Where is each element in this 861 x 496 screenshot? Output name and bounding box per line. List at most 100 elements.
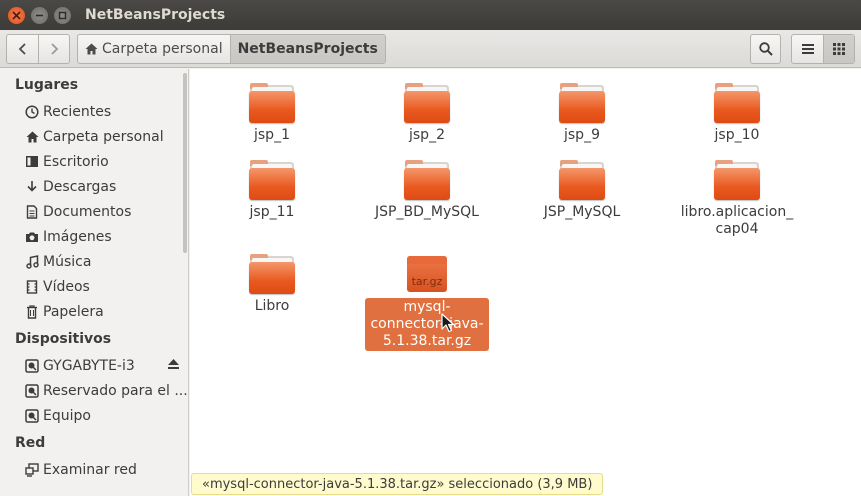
sidebar-item-label: GYGABYTE-i3	[43, 357, 135, 374]
sidebar-item-label: Reservado para el ...	[43, 382, 188, 399]
maximize-window-button[interactable]	[54, 6, 71, 24]
sidebar-item-label: Música	[43, 253, 92, 270]
chevron-left-icon	[18, 43, 26, 55]
file-item[interactable]: jsp_1	[207, 83, 337, 144]
sidebar: Lugares Recientes Carpeta personal Escri…	[0, 69, 189, 496]
archive-extension: tar.gz	[411, 275, 443, 288]
breadcrumb-home[interactable]: Carpeta personal	[78, 35, 230, 63]
list-icon	[801, 44, 814, 54]
sidebar-item-label: Examinar red	[43, 461, 137, 478]
file-name: JSP_BD_MySQL	[375, 204, 479, 220]
file-name: libro.aplicacion_ cap04	[680, 204, 794, 237]
sidebar-item-escritorio[interactable]: Escritorio	[0, 149, 188, 174]
sidebar-item-label: Documentos	[43, 203, 132, 220]
download-icon	[25, 180, 39, 194]
sidebar-item-reservado[interactable]: Reservado para el ...	[0, 378, 188, 403]
sidebar-item-musica[interactable]: Música	[0, 249, 188, 274]
breadcrumb: Carpeta personal NetBeansProjects	[77, 34, 386, 64]
navigation-buttons	[6, 34, 70, 64]
folder-icon	[248, 160, 296, 200]
desktop-icon	[25, 155, 39, 169]
folder-icon	[248, 83, 296, 123]
home-icon	[85, 43, 98, 55]
folder-icon	[713, 160, 761, 200]
sidebar-item-label: Papelera	[43, 303, 104, 320]
file-item[interactable]: JSP_BD_MySQL	[362, 160, 492, 221]
folder-icon	[558, 160, 606, 200]
sidebar-item-label: Descargas	[43, 178, 117, 195]
sidebar-item-documentos[interactable]: Documentos	[0, 199, 188, 224]
breadcrumb-current[interactable]: NetBeansProjects	[229, 35, 385, 63]
file-item[interactable]: jsp_10	[672, 83, 802, 144]
sidebar-item-label: Carpeta personal	[43, 128, 164, 145]
minimize-window-button[interactable]	[31, 6, 48, 24]
file-item[interactable]: jsp_2	[362, 83, 492, 144]
file-item[interactable]: JSP_MySQL	[517, 160, 647, 221]
file-view[interactable]: jsp_1 jsp_2 jsp_9 jsp_10 jsp_11 JSP_BD_M…	[190, 69, 861, 496]
grid-view-button[interactable]	[823, 35, 854, 63]
sidebar-item-recientes[interactable]: Recientes	[0, 99, 188, 124]
sidebar-section-network: Red	[15, 435, 46, 451]
sidebar-item-examinar-red[interactable]: Examinar red	[0, 457, 188, 482]
sidebar-item-carpeta-personal[interactable]: Carpeta personal	[0, 124, 188, 149]
file-name: jsp_9	[564, 127, 600, 143]
list-view-button[interactable]	[792, 35, 823, 63]
file-name: jsp_11	[249, 204, 295, 220]
sidebar-item-videos[interactable]: Vídeos	[0, 274, 188, 299]
window-title: NetBeansProjects	[85, 7, 226, 23]
view-mode-buttons	[791, 34, 855, 64]
chevron-right-icon	[51, 43, 59, 55]
sidebar-item-imagenes[interactable]: Imágenes	[0, 224, 188, 249]
drive-icon	[25, 358, 39, 373]
drive-icon	[25, 408, 39, 423]
trash-icon	[25, 304, 39, 319]
sidebar-item-equipo[interactable]: Equipo	[0, 403, 188, 428]
eject-icon[interactable]	[167, 358, 180, 374]
file-item[interactable]: jsp_9	[517, 83, 647, 144]
maximize-icon	[58, 11, 67, 19]
folder-icon	[403, 83, 451, 123]
file-name: jsp_2	[409, 127, 445, 143]
close-icon	[12, 10, 21, 20]
breadcrumb-current-label: NetBeansProjects	[237, 41, 378, 57]
file-item[interactable]: libro.aplicacion_ cap04	[672, 160, 802, 238]
forward-button[interactable]	[38, 35, 69, 63]
sidebar-item-descargas[interactable]: Descargas	[0, 174, 188, 199]
file-item[interactable]: jsp_11	[207, 160, 337, 221]
title-bar: NetBeansProjects	[0, 0, 861, 30]
sidebar-item-label: Equipo	[43, 407, 91, 424]
video-icon	[25, 279, 39, 294]
home-icon	[25, 130, 39, 144]
search-icon	[758, 42, 773, 56]
mouse-cursor-icon	[441, 313, 455, 333]
music-icon	[25, 254, 39, 269]
sidebar-item-label: Imágenes	[43, 228, 112, 245]
breadcrumb-home-label: Carpeta personal	[102, 41, 223, 57]
sidebar-item-papelera[interactable]: Papelera	[0, 299, 188, 324]
sidebar-item-label: Vídeos	[43, 278, 90, 295]
toolbar: Carpeta personal NetBeansProjects	[0, 30, 861, 68]
folder-icon	[248, 254, 296, 294]
folder-icon	[713, 83, 761, 123]
sidebar-item-label: Recientes	[43, 103, 112, 120]
camera-icon	[25, 230, 39, 244]
back-button[interactable]	[7, 35, 38, 63]
search-button[interactable]	[750, 34, 781, 64]
sidebar-section-devices: Dispositivos	[15, 331, 112, 347]
sidebar-item-label: Escritorio	[43, 153, 109, 170]
file-name: jsp_1	[254, 127, 290, 143]
file-item-selected[interactable]: tar.gz mysql-connector- java-5.1.38.tar.…	[362, 254, 492, 351]
sidebar-item-gygabyte-i3[interactable]: GYGABYTE-i3	[0, 353, 188, 378]
file-item[interactable]: Libro	[207, 254, 337, 315]
file-name: JSP_MySQL	[543, 204, 621, 220]
file-name: Libro	[254, 298, 290, 314]
clock-icon	[25, 104, 39, 119]
minimize-icon	[36, 14, 43, 16]
sidebar-scrollbar[interactable]	[183, 73, 187, 253]
network-icon	[25, 462, 39, 477]
file-name: jsp_10	[714, 127, 760, 143]
file-name: mysql-connector- java-5.1.38.tar.gz	[365, 298, 489, 351]
close-window-button[interactable]	[8, 6, 25, 24]
folder-icon	[403, 160, 451, 200]
folder-icon	[558, 83, 606, 123]
